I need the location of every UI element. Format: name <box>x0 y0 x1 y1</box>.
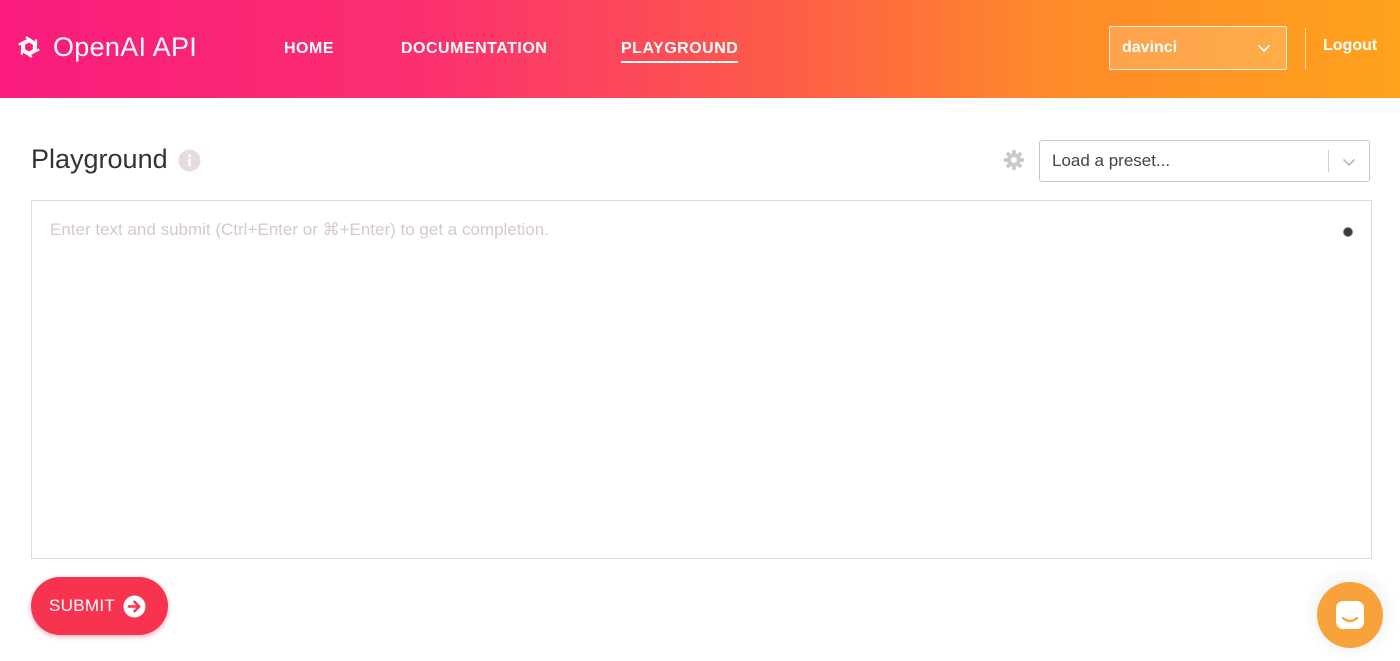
submit-button[interactable]: SUBMIT <box>31 577 168 635</box>
prompt-placeholder: Enter text and submit (Ctrl+Enter or ⌘+E… <box>50 220 549 239</box>
gear-icon[interactable] <box>1003 149 1025 171</box>
chat-launcher-button[interactable] <box>1317 582 1383 648</box>
preset-select-separator <box>1328 150 1329 172</box>
page-title: Playground <box>31 144 168 174</box>
info-icon[interactable] <box>178 149 201 172</box>
nav-home[interactable]: HOME <box>284 40 334 58</box>
logout-link[interactable]: Logout <box>1323 37 1377 55</box>
header-divider <box>1305 28 1306 70</box>
engine-select-value: davinci <box>1122 39 1178 56</box>
nav-playground[interactable]: PLAYGROUND <box>621 40 739 63</box>
submit-button-label: SUBMIT <box>49 596 116 615</box>
chat-smile-icon <box>1336 601 1364 629</box>
chevron-down-icon <box>1258 45 1270 52</box>
preset-select[interactable]: Load a preset... <box>1039 140 1370 182</box>
chevron-down-icon <box>1343 159 1355 166</box>
prompt-textarea[interactable]: Enter text and submit (Ctrl+Enter or ⌘+E… <box>31 200 1372 559</box>
preset-select-placeholder: Load a preset... <box>1052 151 1171 170</box>
engine-select[interactable]: davinci <box>1109 26 1287 70</box>
brand-logo[interactable]: OpenAI API <box>13 31 197 63</box>
arrow-circle-right-icon <box>123 594 146 618</box>
grammar-indicator-icon[interactable] <box>1344 228 1352 236</box>
top-navbar: OpenAI API HOME DOCUMENTATION PLAYGROUND… <box>0 0 1400 98</box>
nav-documentation[interactable]: DOCUMENTATION <box>401 40 547 58</box>
openai-logo-icon <box>18 36 40 58</box>
brand-name: OpenAI API <box>53 31 198 62</box>
